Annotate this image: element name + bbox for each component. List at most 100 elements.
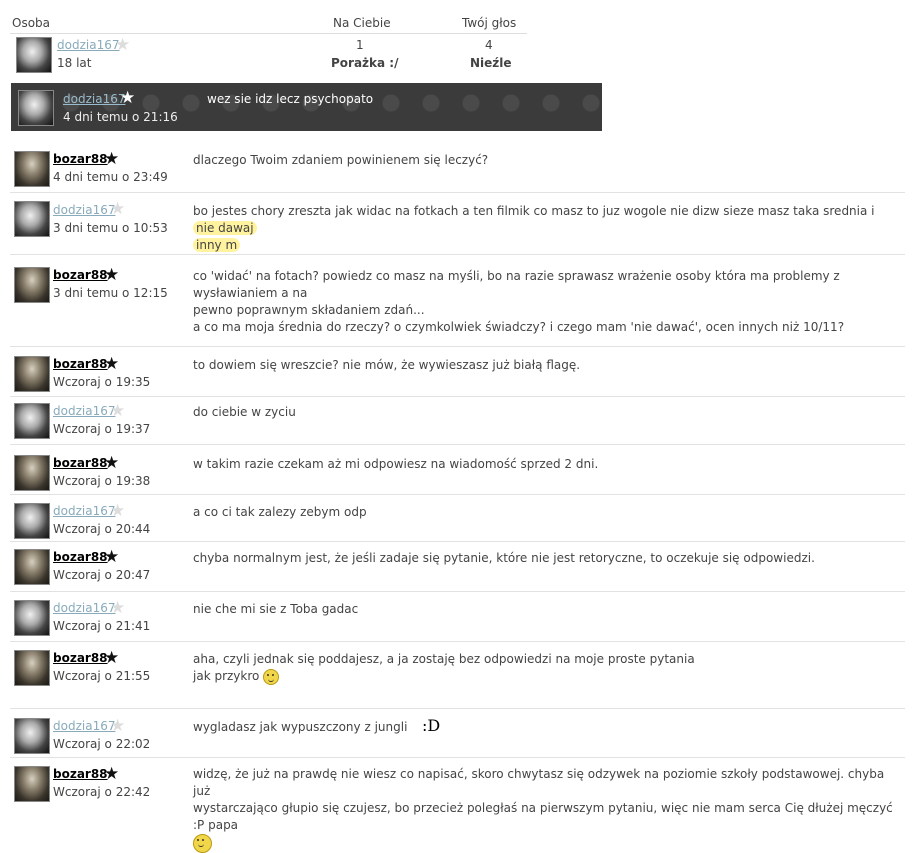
message-text-part: bo jestes chory zreszta jak widac na fot…	[193, 204, 875, 218]
star-icon[interactable]: ★	[104, 151, 119, 168]
message-time: Wczoraj o 20:47	[53, 568, 151, 582]
avatar[interactable]	[18, 90, 54, 126]
message-author[interactable]: dodzia167	[53, 719, 115, 733]
message-text: to dowiem się wreszcie? nie mów, że wywi…	[193, 358, 581, 372]
divider	[10, 192, 905, 193]
star-icon[interactable]: ★	[110, 718, 125, 735]
highlight: nie dawaj	[193, 221, 257, 235]
message-line: jak przykro	[193, 669, 260, 683]
message-time: Wczoraj o 19:38	[53, 474, 151, 488]
message-text: w takim razie czekam aż mi odpowiesz na …	[193, 457, 599, 471]
avatar[interactable]	[14, 356, 50, 392]
message-text: do ciebie w zyciu	[193, 405, 296, 419]
divider	[10, 757, 905, 758]
profile-name[interactable]: dodzia167	[57, 38, 119, 52]
message-line: pewno poprawnym składaniem zdań...	[193, 303, 425, 317]
message-author[interactable]: dodzia167	[53, 504, 115, 518]
banner-author[interactable]: dodzia167	[63, 92, 125, 106]
divider	[10, 494, 905, 495]
avatar[interactable]	[14, 201, 50, 237]
header-twoj-glos: Twój głos	[462, 16, 517, 30]
message-text: nie che mi sie z Toba gadac	[193, 602, 359, 616]
avatar[interactable]	[14, 503, 50, 539]
star-icon[interactable]: ★	[115, 37, 130, 54]
avatar[interactable]	[14, 267, 50, 303]
message-author[interactable]: dodzia167	[53, 203, 115, 217]
message-text: co 'widać' na fotach? powiedz co masz na…	[193, 268, 893, 336]
message-line: co 'widać' na fotach? powiedz co masz na…	[193, 269, 840, 300]
star-icon[interactable]: ★	[110, 403, 125, 420]
message-time: 3 dni temu o 10:53	[53, 221, 168, 235]
avatar[interactable]	[14, 455, 50, 491]
message-author[interactable]: dodzia167	[53, 404, 115, 418]
highlight: inny m	[193, 238, 241, 252]
divider	[10, 708, 905, 709]
avatar[interactable]	[14, 600, 50, 636]
avatar[interactable]	[14, 549, 50, 585]
message-line: widzę, że już na prawdę nie wiesz co nap…	[193, 767, 885, 798]
divider	[10, 541, 905, 542]
message-text: chyba normalnym jest, że jeśli zadaje si…	[193, 551, 815, 565]
avatar[interactable]	[14, 766, 50, 802]
message-text: dlaczego Twoim zdaniem powinienem się le…	[193, 153, 489, 167]
star-icon[interactable]: ★	[110, 600, 125, 617]
message-author[interactable]: bozar88	[53, 456, 108, 470]
twoj-glos-label: Nieźle	[470, 56, 512, 70]
banner-text: wez sie idz lecz psychopato	[207, 92, 374, 106]
na-ciebie-label: Porażka :/	[331, 56, 399, 70]
message-author[interactable]: bozar88	[53, 268, 108, 282]
message-author[interactable]: bozar88	[53, 767, 108, 781]
divider	[10, 444, 905, 445]
message-time: 3 dni temu o 12:15	[53, 286, 168, 300]
message-time: Wczoraj o 22:42	[53, 785, 151, 799]
message-time: Wczoraj o 19:37	[53, 422, 151, 436]
divider	[10, 396, 905, 397]
header-divider	[10, 33, 527, 34]
message-time: Wczoraj o 22:02	[53, 737, 151, 751]
divider	[10, 591, 905, 592]
message-author[interactable]: bozar88	[53, 651, 108, 665]
message-text: aha, czyli jednak się poddajesz, a ja zo…	[193, 651, 893, 685]
profile-age: 18 lat	[57, 56, 92, 70]
star-icon[interactable]: ★	[120, 90, 135, 107]
message-text: a co ci tak zalezy zebym odp	[193, 505, 367, 519]
divider	[10, 641, 905, 642]
na-ciebie-value: 1	[356, 38, 364, 52]
twoj-glos-value: 4	[485, 38, 493, 52]
star-icon[interactable]: ★	[104, 549, 119, 566]
star-icon[interactable]: ★	[110, 201, 125, 218]
avatar[interactable]	[14, 151, 50, 187]
star-icon[interactable]: ★	[104, 455, 119, 472]
message-author[interactable]: bozar88	[53, 550, 108, 564]
message-author[interactable]: bozar88	[53, 357, 108, 371]
banner-time: 4 dni temu o 21:16	[63, 110, 178, 124]
divider	[10, 254, 905, 255]
message-emoticon: :D	[422, 716, 441, 735]
header-osoba: Osoba	[12, 16, 51, 30]
message-line: a co ma moja średnia do rzeczy? o czymko…	[193, 320, 845, 334]
avatar[interactable]	[14, 718, 50, 754]
message-line: wystarczająco głupio się czujesz, bo prz…	[193, 801, 893, 832]
smiley-icon	[263, 668, 280, 685]
message-text: widzę, że już na prawdę nie wiesz co nap…	[193, 766, 893, 853]
message-author[interactable]: bozar88	[53, 152, 108, 166]
avatar[interactable]	[14, 403, 50, 439]
message-text: wygladasz jak wypuszczony z jungli	[193, 720, 408, 734]
message-author[interactable]: dodzia167	[53, 601, 115, 615]
message-time: 4 dni temu o 23:49	[53, 170, 168, 184]
star-icon[interactable]: ★	[110, 503, 125, 520]
star-icon[interactable]: ★	[104, 267, 119, 284]
divider	[10, 346, 905, 347]
message-line: aha, czyli jednak się poddajesz, a ja zo…	[193, 652, 695, 666]
message-time: Wczoraj o 21:41	[53, 619, 151, 633]
header-na-ciebie: Na Ciebie	[333, 16, 391, 30]
star-icon[interactable]: ★	[104, 766, 119, 783]
message-time: Wczoraj o 19:35	[53, 375, 151, 389]
star-icon[interactable]: ★	[104, 650, 119, 667]
smiley-icon	[193, 834, 212, 853]
avatar[interactable]	[16, 37, 52, 73]
message-time: Wczoraj o 20:44	[53, 522, 151, 536]
avatar[interactable]	[14, 650, 50, 686]
star-icon[interactable]: ★	[104, 356, 119, 373]
message-time: Wczoraj o 21:55	[53, 669, 151, 683]
